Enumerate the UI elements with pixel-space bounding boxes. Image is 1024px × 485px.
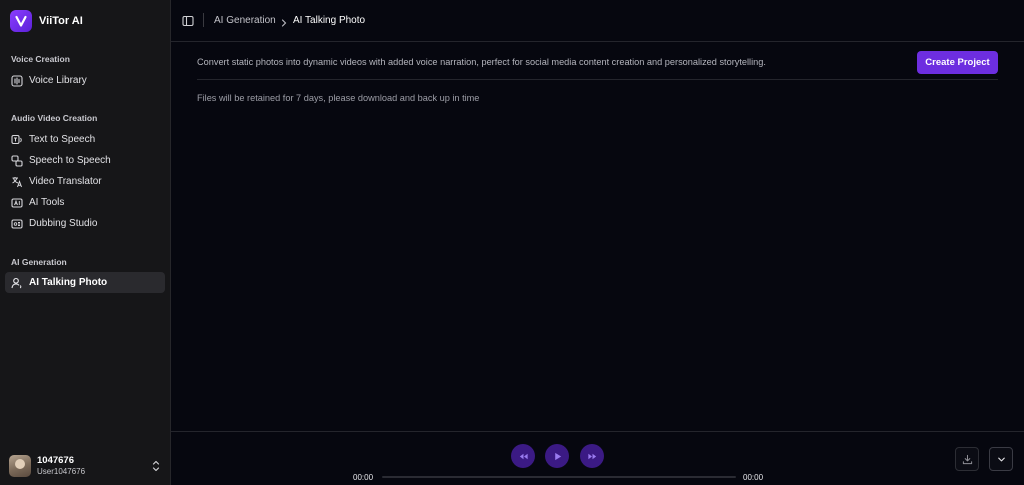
sidebar-item-ai-tools[interactable]: AI Tools <box>5 192 165 213</box>
expand-button[interactable] <box>989 447 1013 471</box>
sidebar-item-label: Text to Speech <box>29 134 96 145</box>
text-to-speech-icon <box>11 134 23 146</box>
breadcrumb-divider <box>203 13 204 27</box>
sidebar-item-label: AI Talking Photo <box>29 277 108 288</box>
current-time: 00:00 <box>353 473 374 482</box>
page-description: Convert static photos into dynamic video… <box>197 57 766 67</box>
viitor-logo-icon <box>10 10 32 32</box>
sidebar-item-voice-library[interactable]: Voice Library <box>5 70 165 91</box>
sidebar-item-label: Voice Library <box>29 75 87 86</box>
play-button[interactable] <box>545 444 569 468</box>
sidebar-item-label: Speech to Speech <box>29 155 111 166</box>
sidebar-item-label: AI Tools <box>29 197 65 208</box>
talking-photo-icon <box>11 277 23 289</box>
chevron-up-down-icon[interactable] <box>151 459 161 473</box>
app-name: ViiTor AI <box>39 15 83 27</box>
chevron-down-icon <box>997 457 1005 461</box>
sidebar-item-ai-talking-photo[interactable]: AI Talking Photo <box>5 272 165 293</box>
user-menu[interactable]: 1047676 User1047676 <box>9 453 164 479</box>
voice-library-icon <box>11 74 23 87</box>
video-translator-icon <box>11 176 23 188</box>
section-label-ai-generation: AI Generation <box>11 257 67 267</box>
section-label-voice-creation: Voice Creation <box>11 54 70 64</box>
breadcrumb-parent[interactable]: AI Generation <box>214 15 276 26</box>
sidebar-toggle-icon[interactable] <box>182 14 194 27</box>
user-handle: User1047676 <box>37 467 86 476</box>
fast-forward-button[interactable] <box>580 444 604 468</box>
play-icon <box>554 452 561 460</box>
sidebar: ViiTor AI Voice Creation Voice Library A… <box>0 0 171 485</box>
create-project-button[interactable]: Create Project <box>917 51 998 74</box>
sidebar-item-video-translator[interactable]: Video Translator <box>5 171 165 192</box>
progress-bar[interactable] <box>382 476 736 478</box>
rewind-icon <box>519 453 528 459</box>
user-name: 1047676 <box>37 455 74 466</box>
retention-notice: Files will be retained for 7 days, pleas… <box>197 93 480 103</box>
section-label-audio-video-creation: Audio Video Creation <box>11 113 98 123</box>
avatar <box>9 455 31 477</box>
top-bar: AI Generation AI Talking Photo <box>171 0 1024 42</box>
sidebar-item-dubbing-studio[interactable]: Dubbing Studio <box>5 213 165 234</box>
download-button[interactable] <box>955 447 979 471</box>
brand[interactable]: ViiTor AI <box>10 9 83 33</box>
download-icon <box>962 454 972 464</box>
ai-tools-icon <box>11 197 23 209</box>
sidebar-item-label: Video Translator <box>29 176 102 187</box>
audio-player: 00:00 00:00 <box>171 431 1024 485</box>
total-time: 00:00 <box>743 473 764 482</box>
dubbing-studio-icon <box>11 218 23 230</box>
sidebar-item-speech-to-speech[interactable]: Speech to Speech <box>5 150 165 171</box>
rewind-button[interactable] <box>511 444 535 468</box>
speech-to-speech-icon <box>11 154 23 167</box>
chevron-right-icon <box>280 15 288 27</box>
divider <box>197 79 998 80</box>
breadcrumb-current: AI Talking Photo <box>293 15 366 26</box>
sidebar-item-label: Dubbing Studio <box>29 218 98 229</box>
sidebar-item-text-to-speech[interactable]: Text to Speech <box>5 129 165 150</box>
fast-forward-icon <box>587 453 596 459</box>
